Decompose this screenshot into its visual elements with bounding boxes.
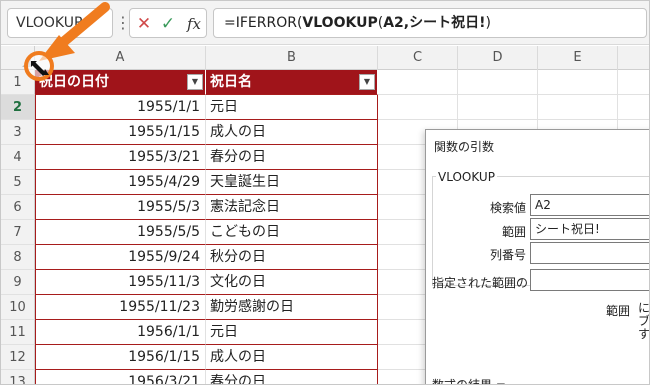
date-cell[interactable]: 1955/1/15 [35, 120, 206, 145]
column-header-e[interactable]: E [538, 46, 618, 70]
description-text: に ブ す [638, 302, 650, 341]
table-row: 1955/1/1 元日 [35, 95, 649, 120]
holiday-name-cell[interactable]: 文化の日 [206, 270, 378, 295]
table-header-name: 祝日名 [210, 74, 252, 90]
date-cell[interactable]: 1955/9/24 [35, 245, 206, 270]
cell[interactable] [458, 95, 538, 120]
filter-dropdown-icon[interactable]: ▼ [359, 74, 375, 90]
column-header-c[interactable]: C [378, 46, 458, 70]
cell[interactable] [618, 70, 649, 95]
date-cell[interactable]: 1956/3/21 [35, 370, 206, 384]
date-cell[interactable]: 1956/1/1 [35, 320, 206, 345]
kebab-icon[interactable]: ⋮ [115, 11, 131, 35]
column-header-b[interactable]: B [206, 46, 378, 70]
row-header[interactable]: 11 [1, 320, 35, 345]
date-cell[interactable]: 1955/1/1 [35, 95, 206, 120]
formula-function: VLOOKUP [302, 15, 378, 31]
holiday-name-cell[interactable]: 天皇誕生日 [206, 170, 378, 195]
formula-suffix: ) [485, 15, 491, 31]
excel-window: VLOOKUP ⋮ ✕ ✓ fx =IFERROR(VLOOKUP(A2,シート… [0, 0, 650, 385]
holiday-name-cell[interactable]: 元日 [206, 320, 378, 345]
row-header[interactable]: 1 [1, 70, 35, 95]
date-cell[interactable]: 1956/1/15 [35, 345, 206, 370]
date-cell[interactable]: 1955/3/21 [35, 145, 206, 170]
dialog-function-name: VLOOKUP [436, 170, 497, 184]
arg-input-col-index[interactable] [530, 242, 649, 264]
column-header-a[interactable]: A [35, 46, 206, 70]
formula-result: 数式の結果 = [432, 378, 506, 385]
holiday-name-cell[interactable]: 秋分の日 [206, 245, 378, 270]
select-all-button[interactable] [1, 46, 35, 70]
row-header[interactable]: 2 [1, 95, 35, 120]
cell[interactable] [538, 70, 618, 95]
arg-label-range-lookup: 指定された範囲の左 [432, 276, 528, 290]
column-header-f[interactable] [618, 46, 649, 70]
row-header[interactable]: 5 [1, 170, 35, 195]
cell-a1[interactable]: 祝日の日付 ▼ [35, 70, 206, 95]
name-box[interactable]: VLOOKUP [7, 8, 113, 38]
row-header[interactable]: 6 [1, 195, 35, 220]
row-header[interactable]: 8 [1, 245, 35, 270]
enter-icon[interactable]: ✓ [156, 10, 180, 38]
holiday-name-cell[interactable]: 春分の日 [206, 370, 378, 384]
table-header-date: 祝日の日付 [39, 74, 109, 90]
formula-buttons: ✕ ✓ fx [129, 8, 207, 38]
row-header[interactable]: 12 [1, 345, 35, 370]
description-label: 範囲 [606, 304, 631, 318]
cell[interactable] [618, 95, 649, 120]
table-header-row: 祝日の日付 ▼ 祝日名 ▼ [35, 70, 649, 95]
arg-label-lookup-value: 検索値 [489, 201, 526, 215]
filter-dropdown-icon[interactable]: ▼ [187, 74, 203, 90]
date-cell[interactable]: 1955/11/3 [35, 270, 206, 295]
arg-label-table-array: 範囲 [501, 225, 526, 239]
holiday-name-cell[interactable]: 元日 [206, 95, 378, 120]
formula-input[interactable]: =IFERROR(VLOOKUP(A2,シート祝日!) [213, 8, 647, 38]
row-header[interactable]: 4 [1, 145, 35, 170]
row-header[interactable]: 13 [1, 370, 35, 384]
cell-b1[interactable]: 祝日名 ▼ [206, 70, 378, 95]
holiday-name-cell[interactable]: 憲法記念日 [206, 195, 378, 220]
fx-icon[interactable]: fx [182, 10, 206, 38]
cell[interactable] [378, 70, 458, 95]
date-cell[interactable]: 1955/5/5 [35, 220, 206, 245]
cell[interactable] [458, 70, 538, 95]
holiday-name-cell[interactable]: 春分の日 [206, 145, 378, 170]
date-cell[interactable]: 1955/4/29 [35, 170, 206, 195]
arg-input-lookup-value[interactable]: A2 [530, 194, 649, 216]
cell[interactable] [378, 95, 458, 120]
row-header[interactable]: 10 [1, 295, 35, 320]
holiday-name-cell[interactable]: 成人の日 [206, 345, 378, 370]
holiday-name-cell[interactable]: 成人の日 [206, 120, 378, 145]
cell[interactable] [538, 95, 618, 120]
date-cell[interactable]: 1955/11/23 [35, 295, 206, 320]
date-cell[interactable]: 1955/5/3 [35, 195, 206, 220]
cancel-icon[interactable]: ✕ [132, 10, 156, 38]
holiday-name-cell[interactable]: こどもの日 [206, 220, 378, 245]
holiday-name-cell[interactable]: 勤労感謝の日 [206, 295, 378, 320]
row-header[interactable]: 7 [1, 220, 35, 245]
formula-prefix: =IFERROR( [224, 15, 303, 31]
arg-input-range-lookup[interactable] [530, 269, 649, 291]
column-header-d[interactable]: D [458, 46, 538, 70]
arg-label-col-index: 列番号 [489, 248, 526, 262]
formula-args: A2,シート祝日! [383, 15, 486, 31]
function-arguments-dialog: 関数の引数 VLOOKUP 検索値 A2 範囲 シート祝日! 列番号 指定された… [425, 129, 650, 385]
row-header[interactable]: 3 [1, 120, 35, 145]
arg-input-table-array[interactable]: シート祝日! [530, 218, 649, 240]
select-all-triangle-icon [22, 58, 31, 67]
column-header-bar: A B C D E [1, 46, 649, 70]
dialog-title: 関数の引数 [434, 140, 495, 154]
row-header[interactable]: 9 [1, 270, 35, 295]
formula-bar: VLOOKUP ⋮ ✕ ✓ fx =IFERROR(VLOOKUP(A2,シート… [1, 1, 649, 45]
